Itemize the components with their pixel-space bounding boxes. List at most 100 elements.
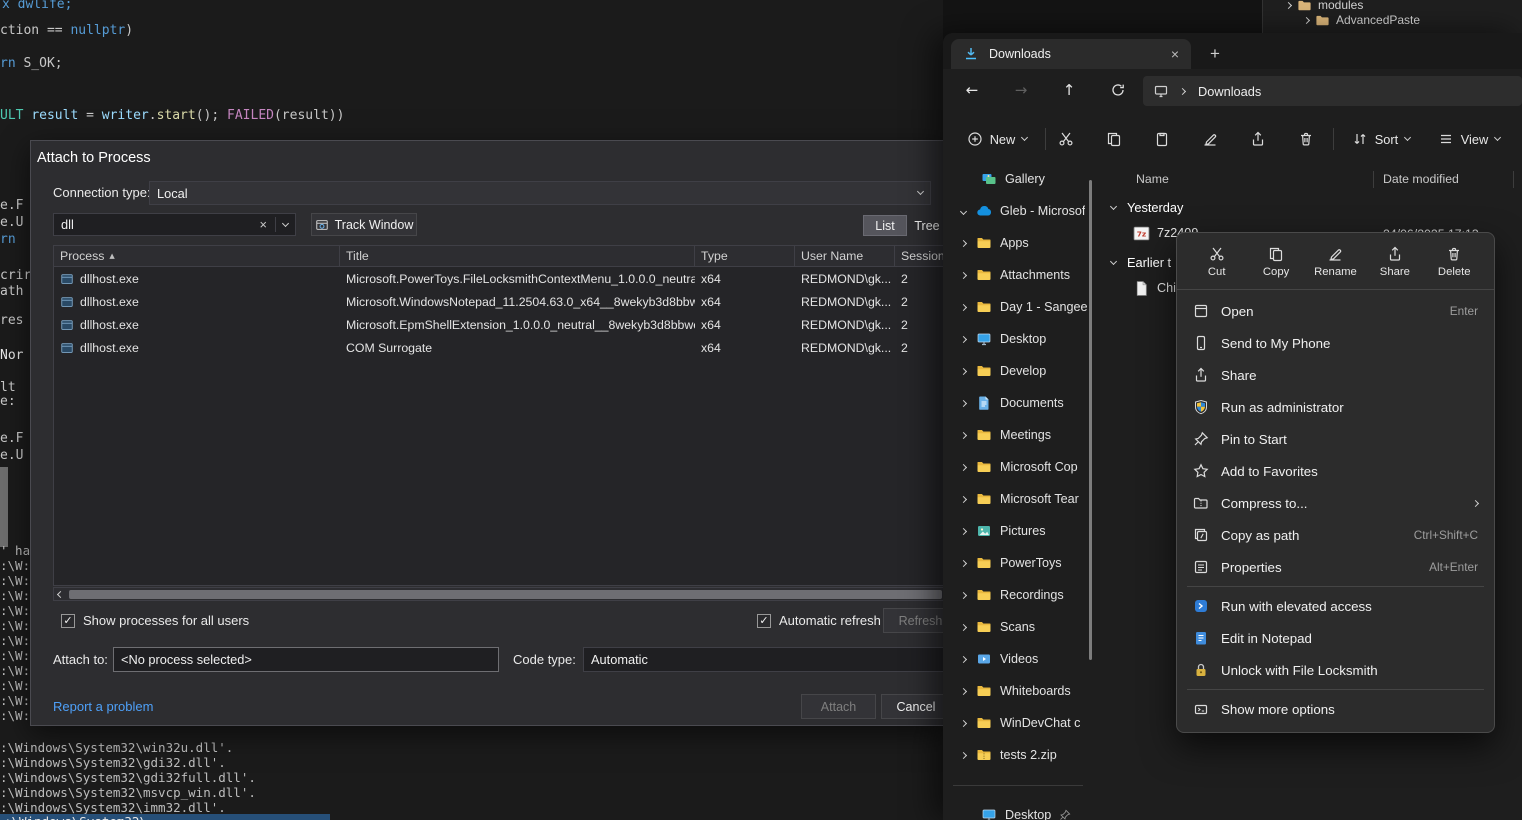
sidebar-item-meetings[interactable]: Meetings (947, 419, 1088, 451)
process-filter-input[interactable]: dll × (53, 213, 296, 236)
chevron-right-icon[interactable] (960, 495, 967, 502)
scroll-left-icon[interactable] (57, 591, 64, 598)
menu-item-compress-to[interactable]: Compress to... (1181, 487, 1490, 519)
sidebar-scrollbar[interactable] (1089, 180, 1092, 660)
column-header-date-modified[interactable]: Date modified (1383, 172, 1459, 186)
chevron-right-icon[interactable] (1303, 16, 1310, 23)
attach-to-input[interactable]: <No process selected> (113, 647, 499, 672)
menu-item-open[interactable]: Open Enter (1181, 295, 1490, 327)
sidebar-item-videos[interactable]: Videos (947, 643, 1088, 675)
menu-item-share[interactable]: Share (1181, 359, 1490, 391)
chevron-right-icon[interactable] (960, 527, 967, 534)
address-bar[interactable]: Downloads (1143, 76, 1522, 106)
sidebar-item-attachments[interactable]: Attachments (947, 259, 1088, 291)
table-row[interactable]: dllhost.exe Microsoft.WindowsNotepad_11.… (54, 290, 945, 313)
divider[interactable] (1513, 171, 1514, 188)
sidebar-item-develop[interactable]: Develop (947, 355, 1088, 387)
clear-filter-icon[interactable]: × (260, 217, 267, 232)
column-header-user[interactable]: User Name (795, 246, 895, 266)
back-button[interactable]: ← (957, 75, 987, 105)
sidebar-item-desktop[interactable]: Desktop (947, 323, 1088, 355)
column-header-type[interactable]: Type (695, 246, 795, 266)
chevron-right-icon[interactable] (960, 751, 967, 758)
chevron-right-icon[interactable] (960, 431, 967, 438)
group-header-yesterday[interactable]: Yesterday (1093, 194, 1522, 220)
menu-item-add-to-favorites[interactable]: Add to Favorites (1181, 455, 1490, 487)
track-window-button[interactable]: Track Window (311, 213, 417, 236)
divider[interactable] (1373, 171, 1374, 188)
paste-button[interactable] (1146, 123, 1178, 155)
chevron-right-icon[interactable] (960, 463, 967, 470)
cancel-button[interactable]: Cancel (881, 694, 951, 719)
sort-button[interactable]: Sort (1343, 123, 1419, 155)
forward-button[interactable]: → (1006, 75, 1036, 105)
menu-item-run-elevated[interactable]: Run with elevated access (1181, 590, 1490, 622)
share-button[interactable] (1242, 123, 1274, 155)
menu-item-show-more-options[interactable]: Show more options (1181, 693, 1490, 725)
attach-button[interactable]: Attach (801, 694, 876, 719)
automatic-refresh-checkbox[interactable]: ✓ Automatic refresh (757, 613, 881, 628)
scrollbar-thumb[interactable] (69, 590, 942, 599)
chevron-right-icon[interactable] (960, 655, 967, 662)
tree-view-button[interactable]: Tree (909, 215, 945, 236)
sidebar-item-tests-zip[interactable]: tests 2.zip (947, 739, 1088, 771)
quick-action-rename[interactable]: Rename (1308, 244, 1362, 278)
chevron-right-icon[interactable] (1285, 1, 1292, 8)
column-header-session[interactable]: Session (895, 246, 945, 266)
chevron-down-icon[interactable] (1110, 202, 1117, 209)
rename-button[interactable] (1194, 123, 1226, 155)
chevron-right-icon[interactable] (960, 335, 967, 342)
chevron-right-icon[interactable] (960, 271, 967, 278)
tree-item-advancedpaste[interactable]: AdvancedPaste (1304, 11, 1420, 29)
menu-item-run-as-administrator[interactable]: Run as administrator (1181, 391, 1490, 423)
sidebar-item-gallery[interactable]: Gallery (947, 163, 1088, 195)
chevron-down-icon[interactable] (1110, 257, 1117, 264)
menu-item-copy-as-path[interactable]: Copy as path Ctrl+Shift+C (1181, 519, 1490, 551)
chevron-right-icon[interactable] (960, 399, 967, 406)
quick-action-delete[interactable]: Delete (1427, 244, 1481, 278)
copy-button[interactable] (1098, 123, 1130, 155)
chevron-right-icon[interactable] (960, 239, 967, 246)
column-header-process[interactable]: Process▲ (54, 246, 340, 266)
chevron-right-icon[interactable] (960, 591, 967, 598)
chevron-down-icon[interactable] (282, 219, 289, 226)
chevron-right-icon[interactable] (960, 303, 967, 310)
delete-button[interactable] (1290, 123, 1322, 155)
table-row[interactable]: dllhost.exe COM Surrogate x64 REDMOND\gk… (54, 336, 945, 359)
show-all-users-checkbox[interactable]: ✓ Show processes for all users (61, 613, 249, 628)
quick-action-cut[interactable]: Cut (1190, 244, 1244, 278)
checkbox-checked-icon[interactable]: ✓ (61, 614, 75, 628)
sidebar-item-onedrive-gleb[interactable]: Gleb - Microsof (947, 195, 1088, 227)
sidebar-item-day1[interactable]: Day 1 - Sangee (947, 291, 1088, 323)
menu-item-properties[interactable]: Properties Alt+Enter (1181, 551, 1490, 583)
code-type-input[interactable]: Automatic (583, 647, 948, 672)
menu-item-pin-to-start[interactable]: Pin to Start (1181, 423, 1490, 455)
connection-type-dropdown[interactable]: Local (149, 181, 931, 205)
chevron-down-icon[interactable] (960, 207, 967, 214)
up-button[interactable]: ↑ (1054, 75, 1084, 105)
tab-close-icon[interactable]: × (1171, 46, 1179, 62)
new-tab-button[interactable]: + (1203, 42, 1227, 66)
table-row[interactable]: dllhost.exe Microsoft.PowerToys.FileLock… (54, 267, 945, 290)
horizontal-scrollbar[interactable] (53, 587, 946, 601)
sidebar-item-pictures[interactable]: Pictures (947, 515, 1088, 547)
chevron-right-icon[interactable] (960, 559, 967, 566)
checkbox-checked-icon[interactable]: ✓ (757, 614, 771, 628)
menu-item-send-to-phone[interactable]: Send to My Phone (1181, 327, 1490, 359)
quick-action-share[interactable]: Share (1368, 244, 1422, 278)
sidebar-item-microsoft-tear[interactable]: Microsoft Tear (947, 483, 1088, 515)
table-row[interactable]: dllhost.exe Microsoft.EpmShellExtension_… (54, 313, 945, 336)
chevron-right-icon[interactable] (960, 687, 967, 694)
sidebar-item-microsoft-cop[interactable]: Microsoft Cop (947, 451, 1088, 483)
cut-button[interactable] (1050, 123, 1082, 155)
view-button[interactable]: View (1429, 123, 1509, 155)
report-a-problem-link[interactable]: Report a problem (53, 699, 153, 714)
tab-downloads[interactable]: Downloads × (951, 39, 1191, 69)
sidebar-item-whiteboards[interactable]: Whiteboards (947, 675, 1088, 707)
sidebar-item-scans[interactable]: Scans (947, 611, 1088, 643)
column-header-title[interactable]: Title (340, 246, 695, 266)
sidebar-item-recordings[interactable]: Recordings (947, 579, 1088, 611)
sidebar-item-documents[interactable]: Documents (947, 387, 1088, 419)
list-view-button[interactable]: List (863, 215, 907, 236)
menu-item-unlock-file-locksmith[interactable]: Unlock with File Locksmith (1181, 654, 1490, 686)
